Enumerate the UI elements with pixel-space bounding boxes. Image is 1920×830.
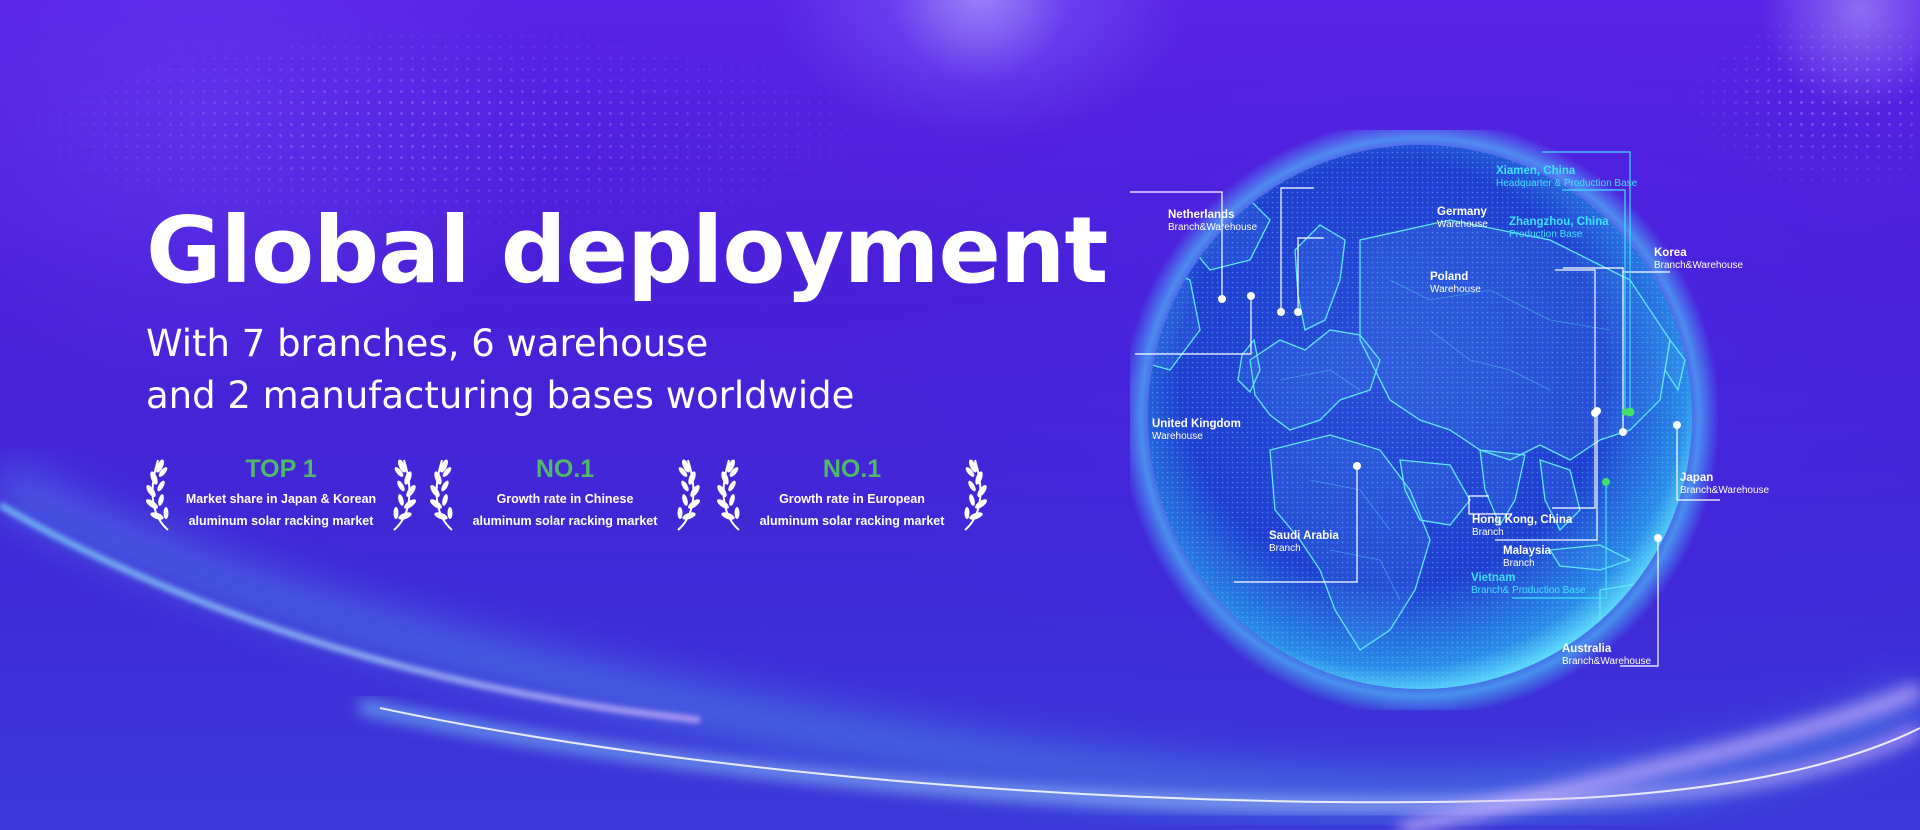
deployment-banner: Global deployment With 7 branches, 6 war… (0, 0, 1920, 830)
location-label-zhangzhou: Zhangzhou, China Production Base (1509, 216, 1609, 241)
location-role: Branch&Warehouse (1680, 485, 1770, 496)
award-description-line: aluminum solar racking market (472, 514, 658, 528)
page-title: Global deployment (146, 197, 1108, 304)
location-label-korea: Korea Branch&Warehouse (1654, 247, 1743, 272)
location-name: Korea (1654, 247, 1687, 259)
location-name: Zhangzhou, China (1509, 216, 1609, 228)
location-role: Branch& Production Base (1471, 585, 1586, 596)
award-description-line: Market share in Japan & Korean (185, 492, 377, 506)
location-role: Branch (1503, 558, 1535, 569)
award-description-line: Growth rate in European (779, 492, 925, 506)
location-role: Branch&Warehouse (1562, 656, 1652, 667)
location-name: Malaysia (1503, 545, 1551, 557)
location-label-united-kingdom: United Kingdom Warehouse (1152, 418, 1241, 443)
award-description-line: aluminum solar racking market (759, 514, 945, 528)
award-description: Growth rate in Chinese aluminum solar ra… (460, 488, 670, 532)
location-name: Hong Kong, China (1472, 514, 1573, 526)
location-role: Warehouse (1437, 219, 1488, 230)
location-role: Headquarter & Production Base (1496, 178, 1638, 189)
location-role: Branch (1472, 527, 1504, 538)
award-badge-3: NO.1 Growth rate in European aluminum so… (717, 452, 987, 542)
location-label-hong-kong: Hong Kong, China Branch (1472, 514, 1572, 539)
subtitle-line-2: and 2 manufacturing bases worldwide (146, 374, 855, 417)
award-description-line: aluminum solar racking market (188, 514, 374, 528)
location-label-netherlands: Netherlands Branch&Warehouse (1168, 209, 1257, 234)
location-name: Xiamen, China (1496, 165, 1576, 177)
award-description: Market share in Japan & Korean aluminum … (176, 488, 386, 532)
location-role: Branch&Warehouse (1654, 260, 1744, 271)
location-label-saudi-arabia: Saudi Arabia Branch (1269, 530, 1339, 555)
subtitle-line-1: With 7 branches, 6 warehouse (146, 322, 709, 365)
location-label-vietnam: Vietnam Branch& Production Base (1471, 572, 1586, 597)
location-name: United Kingdom (1152, 418, 1241, 430)
location-name: Vietnam (1471, 572, 1516, 584)
location-role: Production Base (1509, 229, 1583, 240)
location-label-japan: Japan Branch&Warehouse (1680, 472, 1769, 497)
location-label-poland: Poland Warehouse (1430, 271, 1481, 296)
location-name: Japan (1680, 472, 1714, 484)
location-label-xiamen: Xiamen, China Headquarter & Production B… (1496, 165, 1637, 190)
page-subtitle: With 7 branches, 6 warehouse and 2 manuf… (146, 318, 854, 422)
award-badge-2: NO.1 Growth rate in Chinese aluminum sol… (430, 452, 700, 542)
location-role: Branch&Warehouse (1168, 222, 1258, 233)
location-name: Poland (1430, 271, 1469, 283)
award-rank: TOP 1 (245, 455, 317, 483)
location-role: Warehouse (1430, 284, 1481, 295)
award-rank: NO.1 (822, 455, 882, 483)
award-rank: NO.1 (535, 455, 595, 483)
location-name: Saudi Arabia (1269, 530, 1339, 542)
location-name: Germany (1437, 206, 1487, 218)
location-role: Warehouse (1152, 431, 1203, 442)
location-label-germany: Germany Warehouse (1437, 206, 1488, 231)
location-label-malaysia: Malaysia Branch (1503, 545, 1551, 570)
location-name: Australia (1562, 643, 1612, 655)
award-badge-1: TOP 1 Market share in Japan & Korean alu… (146, 452, 416, 542)
location-name: Netherlands (1168, 209, 1235, 221)
award-description: Growth rate in European aluminum solar r… (747, 488, 957, 532)
location-label-australia: Australia Branch&Warehouse (1562, 643, 1651, 668)
location-role: Branch (1269, 543, 1301, 554)
award-description-line: Growth rate in Chinese (496, 492, 634, 506)
